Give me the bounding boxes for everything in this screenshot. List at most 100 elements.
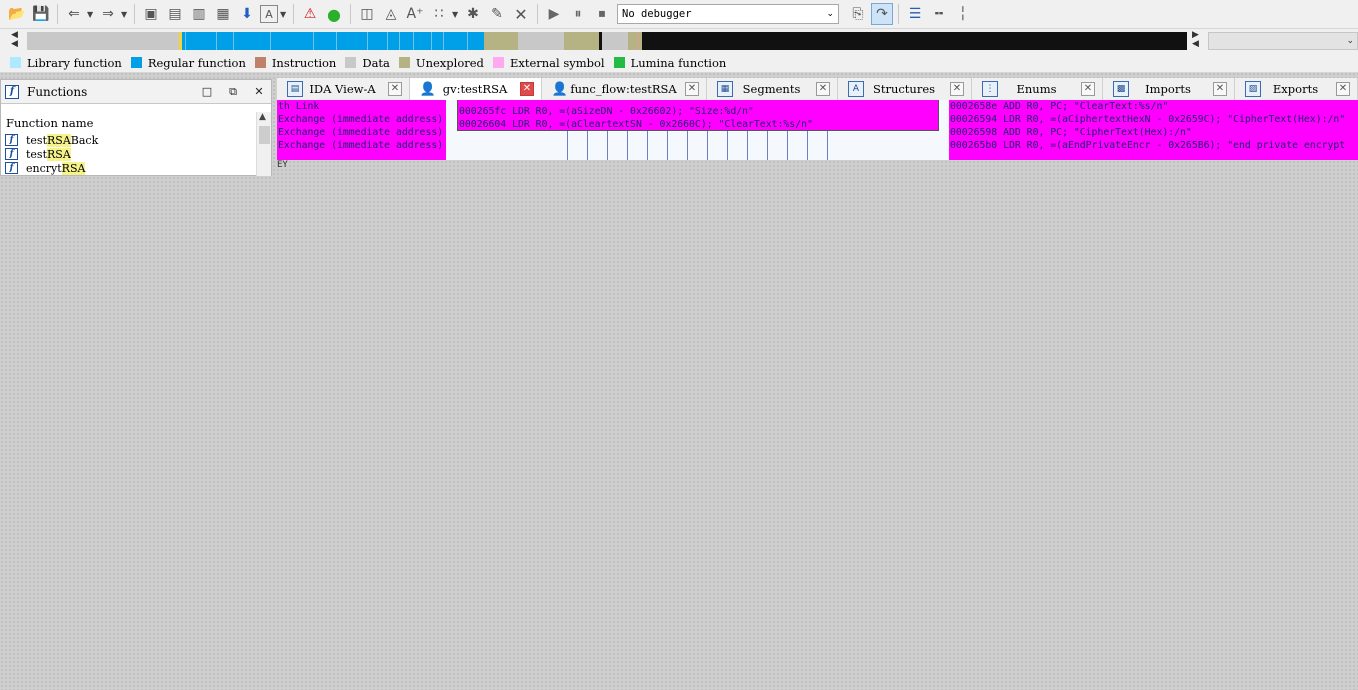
nav-band-segment — [484, 32, 518, 50]
legend-item: Regular function — [130, 56, 246, 70]
tab-func-flow-testrsa[interactable]: 👤 func_flow:testRSA ✕ — [542, 78, 707, 100]
tab-structures[interactable]: A Structures ✕ — [838, 78, 972, 100]
tab-segments[interactable]: ▦ Segments ✕ — [707, 78, 838, 100]
debug-c-icon[interactable]: ⎘ — [847, 3, 869, 25]
code-line[interactable]: Exchange (immediate address) — [278, 139, 446, 152]
legend-item: Instruction — [254, 55, 337, 70]
restore-icon[interactable]: ⧉ — [226, 85, 240, 99]
tab-close-icon[interactable]: ✕ — [1213, 82, 1227, 96]
ida-view-icon: ▤ — [287, 81, 303, 97]
functions-scrollbar[interactable]: ▲ — [256, 112, 271, 176]
code-line[interactable]: Exchange (immediate address) — [278, 113, 446, 126]
segments-icon: ▦ — [717, 81, 733, 97]
tab-ida-view-a[interactable]: ▤ IDA View-A ✕ — [277, 78, 410, 100]
functions-panel-header: f Functions □ ⧉ ✕ — [1, 80, 271, 104]
person-avatar-icon: 👤 — [419, 81, 437, 97]
stop-warning-icon[interactable]: ⚠ — [299, 3, 321, 25]
function-name-prefix: test — [26, 133, 47, 147]
maximize-icon[interactable]: □ — [200, 85, 214, 98]
scroll-up-icon[interactable]: ▲ — [259, 112, 266, 122]
tab-close-icon[interactable]: ✕ — [685, 82, 699, 96]
nav-band-segment — [628, 32, 636, 50]
tab-close-icon[interactable]: ✕ — [1081, 82, 1095, 96]
binoculars-text-icon[interactable]: ▤ — [164, 3, 186, 25]
function-list-item[interactable]: f testRSABack — [5, 133, 255, 147]
back-arrow-icon[interactable]: ⇐ — [63, 3, 85, 25]
graph-edge — [747, 131, 748, 160]
graph-edge — [767, 131, 768, 160]
tab-gv-testrsa[interactable]: 👤 gv:testRSA ✕ — [410, 78, 542, 100]
remove-breakpoint-icon[interactable]: ╎ — [952, 3, 974, 25]
code-line[interactable]: 00026604 LDR R0, =(aCleartextSN - 0x2660… — [459, 118, 938, 130]
tab-imports[interactable]: ▩ Imports ✕ — [1103, 78, 1235, 100]
patch-dropdown-icon[interactable]: ▼ — [452, 10, 460, 19]
gear-plus-icon[interactable]: ✱ — [462, 3, 484, 25]
play-icon[interactable]: ▶ — [543, 3, 565, 25]
tab-close-icon[interactable]: ✕ — [388, 82, 402, 96]
pencil-icon[interactable]: ✎ — [486, 3, 508, 25]
close-x-icon[interactable]: ✕ — [510, 3, 532, 25]
nav-band-dropdown[interactable]: ⌄ — [1208, 32, 1358, 50]
open-folder-icon[interactable]: 📂 — [6, 3, 28, 25]
function-icon: f — [5, 148, 18, 160]
save-icon[interactable]: 💾 — [30, 3, 52, 25]
graph-edge — [627, 131, 628, 160]
person-avatar-icon: 👤 — [551, 81, 569, 97]
tab-exports[interactable]: ▨ Exports ✕ — [1235, 78, 1358, 100]
forward-arrow-icon[interactable]: ⇒ — [97, 3, 119, 25]
graph-view[interactable]: th Link Exchange (immediate address) Excha… — [277, 100, 1358, 160]
tab-close-icon[interactable]: ✕ — [950, 82, 964, 96]
text-cursor-icon[interactable]: A⁺ — [404, 3, 426, 25]
hex-add-icon[interactable]: ◫ — [356, 3, 378, 25]
text-a-icon[interactable]: A — [260, 5, 278, 23]
nav-scroll-right-icon[interactable]: ▶ ◀ — [1192, 31, 1199, 49]
text-dropdown-icon[interactable]: ▼ — [280, 10, 288, 19]
stop-icon[interactable]: ⏹ — [591, 3, 613, 25]
function-name-column-header[interactable]: Function name — [1, 116, 255, 130]
list-icon[interactable]: ☰ — [904, 3, 926, 25]
pause-icon[interactable]: ⏸ — [567, 3, 589, 25]
patch-icon[interactable]: ∷ — [428, 3, 450, 25]
code-line[interactable]: 00026594 LDR R0, =(aCiphertextHexN - 0x2… — [950, 113, 1358, 126]
tab-enums[interactable]: ⋮ Enums ✕ — [972, 78, 1103, 100]
code-line[interactable]: 000265fc LDR R0, =(aSizeDN - 0x26602); "… — [459, 105, 938, 118]
graph-node-right[interactable]: 0002658e ADD R0, PC; "ClearText:%s/n" 000… — [949, 100, 1358, 160]
graph-edge — [807, 131, 808, 160]
code-line[interactable]: 000265b0 LDR R0, =(aEndPrivateEncr - 0x2… — [950, 139, 1358, 152]
legend-label: Data — [362, 55, 390, 70]
tab-close-icon[interactable]: ✕ — [1336, 82, 1350, 96]
legend-label: Instruction — [271, 55, 337, 70]
code-line[interactable]: Exchange (immediate address) — [278, 126, 446, 139]
tab-close-icon[interactable]: ✕ — [816, 82, 830, 96]
nav-scroll-left-icon[interactable]: ◀ ◀ — [11, 31, 18, 49]
close-icon[interactable]: ✕ — [252, 85, 266, 98]
scrollbar-thumb[interactable] — [259, 126, 270, 144]
debugger-select[interactable]: No debugger ⌄ — [617, 4, 839, 24]
tab-label: Exports — [1272, 82, 1319, 96]
code-line[interactable]: 0002658e ADD R0, PC; "ClearText:%s/n" — [950, 100, 1358, 113]
graph-node-left[interactable]: th Link Exchange (immediate address) Excha… — [277, 100, 446, 160]
functions-list: f testRSABack f testRSA f encrytRSA — [5, 133, 255, 175]
function-name: encrytRSA — [26, 161, 86, 175]
binoculars-icon[interactable]: ▣ — [140, 3, 162, 25]
binoculars-bytes-icon[interactable]: ▥ — [188, 3, 210, 25]
navigation-band[interactable] — [27, 32, 1187, 50]
jump-down-icon[interactable]: ⬇ — [236, 3, 258, 25]
back-dropdown-icon[interactable]: ▼ — [87, 10, 95, 19]
function-list-item[interactable]: f encrytRSA — [5, 161, 255, 175]
navigation-legend: Library function Regular function Instruct… — [0, 53, 1358, 73]
nav-band-segment — [564, 32, 599, 50]
tab-close-icon[interactable]: ✕ — [520, 82, 534, 96]
main-toolbar: 📂 💾 ⇐ ▼ ⇒ ▼ ▣ ▤ ▥ ▦ ⬇ A ▼ ⚠ ● ◫ ◬ A⁺ ∷ ▼… — [0, 0, 1358, 29]
forward-dropdown-icon[interactable]: ▼ — [121, 10, 129, 19]
code-line[interactable]: 00026598 ADD R0, PC; "CipherText(Hex):/n… — [950, 126, 1358, 139]
debug-step-icon[interactable]: ↷ — [871, 3, 893, 25]
green-run-icon[interactable]: ● — [323, 3, 345, 25]
hex-edit-icon[interactable]: ◬ — [380, 3, 402, 25]
add-breakpoint-icon[interactable]: ╍ — [928, 3, 950, 25]
binoculars-next-icon[interactable]: ▦ — [212, 3, 234, 25]
tab-label: IDA View-A — [309, 82, 376, 96]
code-line[interactable]: th Link — [278, 100, 446, 113]
function-list-item[interactable]: f testRSA — [5, 147, 255, 161]
graph-node-center[interactable]: 000265fc LDR R0, =(aSizeDN - 0x26602); "… — [457, 100, 939, 131]
